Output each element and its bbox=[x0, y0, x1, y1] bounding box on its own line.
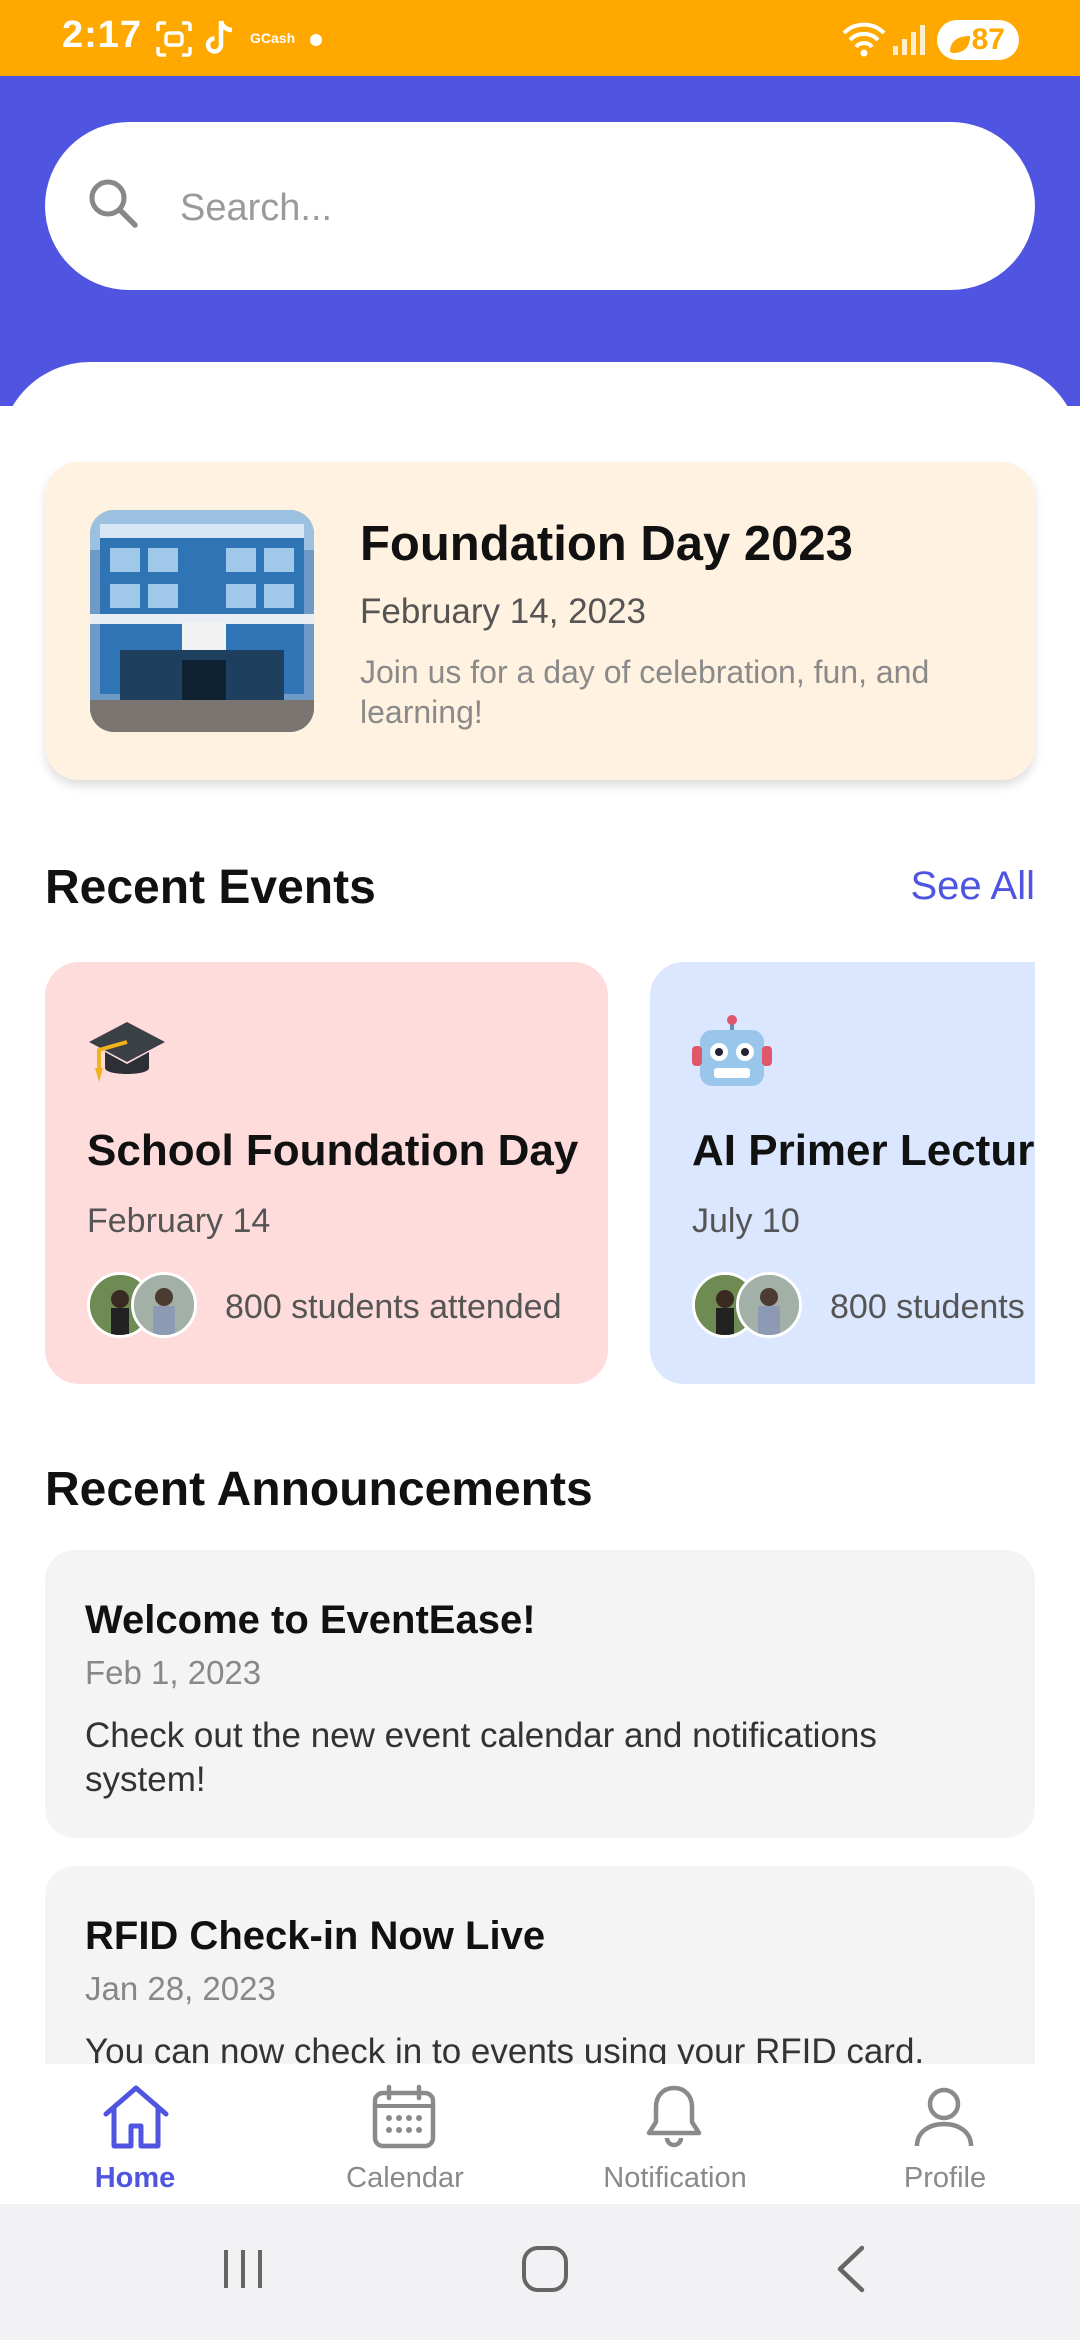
nav-label: Home bbox=[94, 2162, 176, 2194]
featured-event-date: February 14, 2023 bbox=[360, 592, 647, 631]
system-nav-bar bbox=[0, 2204, 1080, 2340]
nav-label: Notification bbox=[603, 2162, 747, 2194]
event-card[interactable]: AI Primer Lecture July 10 800 students a… bbox=[650, 962, 1035, 1384]
search-icon bbox=[86, 176, 140, 235]
battery-indicator: 87 bbox=[937, 20, 1019, 60]
back-icon[interactable] bbox=[828, 2244, 878, 2299]
signal-icon bbox=[892, 24, 928, 61]
wifi-icon bbox=[842, 22, 886, 63]
featured-event-description: Join us for a day of celebration, fun, a… bbox=[360, 654, 930, 730]
graduation-cap-icon bbox=[85, 1014, 169, 1093]
event-title: School Foundation Day bbox=[87, 1126, 579, 1175]
recent-events-heading: Recent Events bbox=[45, 861, 376, 914]
user-icon bbox=[911, 2084, 977, 2155]
event-date: February 14 bbox=[87, 1202, 271, 1240]
announcement-card[interactable]: Welcome to EventEase! Feb 1, 2023 Check … bbox=[45, 1550, 1035, 1838]
status-time: 2:17 bbox=[62, 14, 143, 56]
screenshot-icon bbox=[155, 20, 193, 63]
battery-level: 87 bbox=[971, 23, 1005, 56]
search-input[interactable] bbox=[180, 180, 1000, 236]
featured-event-image bbox=[90, 510, 314, 732]
nav-label: Calendar bbox=[346, 2162, 464, 2194]
featured-event-title: Foundation Day 2023 bbox=[360, 517, 853, 571]
gcash-label: GCash bbox=[250, 30, 296, 46]
event-attendance: 800 students attended bbox=[225, 1288, 562, 1326]
nav-notification[interactable]: Notification bbox=[540, 2064, 810, 2204]
avatar bbox=[131, 1272, 197, 1338]
event-card[interactable]: School Foundation Day February 14 800 st… bbox=[45, 962, 608, 1384]
nav-label: Profile bbox=[903, 2162, 987, 2194]
featured-event-card[interactable]: Foundation Day 2023 February 14, 2023 Jo… bbox=[45, 462, 1035, 780]
recent-announcements-heading: Recent Announcements bbox=[45, 1463, 593, 1516]
avatar bbox=[736, 1272, 802, 1338]
see-all-link[interactable]: See All bbox=[910, 864, 1035, 909]
event-title: AI Primer Lecture bbox=[692, 1126, 1035, 1175]
announcement-date: Feb 1, 2023 bbox=[85, 1654, 262, 1691]
event-date: July 10 bbox=[692, 1202, 800, 1240]
robot-icon bbox=[690, 1014, 774, 1099]
announcement-title: RFID Check-in Now Live bbox=[85, 1914, 546, 1958]
event-attendance: 800 students attended bbox=[830, 1288, 1035, 1326]
status-bar: 2:17 GCash 87 bbox=[0, 0, 1080, 76]
notification-dot bbox=[310, 34, 322, 46]
nav-calendar[interactable]: Calendar bbox=[270, 2064, 540, 2204]
nav-home[interactable]: Home bbox=[0, 2064, 270, 2204]
home-button-icon[interactable] bbox=[520, 2244, 570, 2299]
home-icon bbox=[101, 2084, 171, 2155]
tiktok-icon bbox=[203, 18, 237, 63]
recent-apps-icon[interactable] bbox=[218, 2244, 268, 2299]
nav-profile[interactable]: Profile bbox=[810, 2064, 1080, 2204]
attendee-avatars bbox=[87, 1272, 207, 1340]
events-carousel[interactable]: School Foundation Day February 14 800 st… bbox=[45, 962, 1035, 1384]
announcement-title: Welcome to EventEase! bbox=[85, 1598, 536, 1642]
announcement-date: Jan 28, 2023 bbox=[85, 1970, 276, 2007]
battery-leaf-icon bbox=[947, 29, 973, 63]
app-screen: 2:17 GCash 87 Search... Foundation Day 2… bbox=[0, 0, 1080, 2340]
bell-icon bbox=[641, 2084, 707, 2155]
bottom-nav: Home Calendar Notification Profile bbox=[0, 2064, 1080, 2204]
calendar-icon bbox=[371, 2084, 437, 2155]
attendee-avatars bbox=[692, 1272, 812, 1340]
announcement-body: Check out the new event calendar and not… bbox=[85, 1716, 877, 1799]
